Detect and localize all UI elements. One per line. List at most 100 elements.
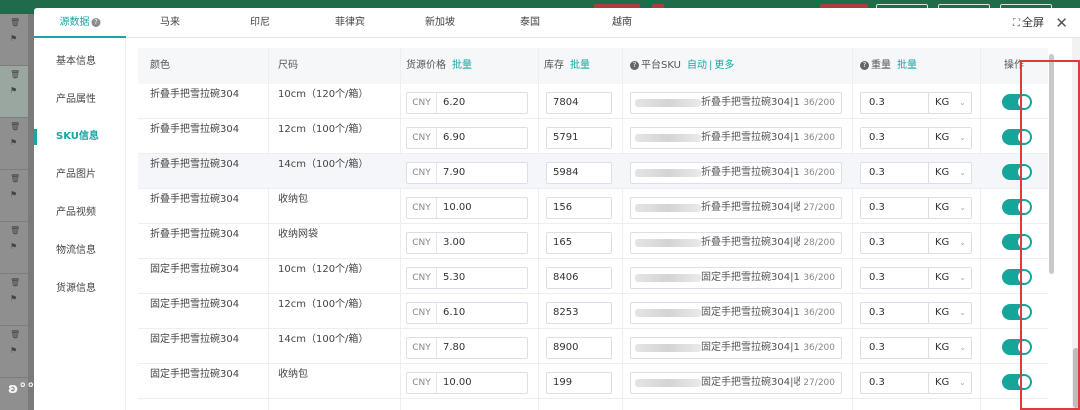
platform-sku-input[interactable]: 折叠手把雪拉碗304|收 27/200 xyxy=(630,197,842,219)
weight-input[interactable]: 0.3 xyxy=(860,92,930,114)
sku-more-link[interactable]: 更多 xyxy=(714,60,734,71)
platform-sku-input[interactable]: 固定手把雪拉碗304|收 27/200 xyxy=(630,372,842,394)
weight-input[interactable]: 0.3 xyxy=(860,162,930,184)
weight-input[interactable]: 0.3 xyxy=(860,232,930,254)
weight-unit-select[interactable]: KG ⌄ xyxy=(928,337,972,359)
price-input[interactable]: CNY 6.10 xyxy=(406,302,528,324)
stock-input[interactable]: 165 xyxy=(546,232,612,254)
weight-unit-select[interactable]: KG ⌄ xyxy=(928,232,972,254)
price-input[interactable]: CNY 7.90 xyxy=(406,162,528,184)
tab-indonesia[interactable]: 印尼 xyxy=(250,8,270,38)
table-row: 折叠手把雪拉碗304 10cm（120个/箱） CNY 6.20 7804 折叠手… xyxy=(138,84,1048,119)
stock-input[interactable]: 199 xyxy=(546,372,612,394)
modal-scrollbar[interactable] xyxy=(1072,38,1080,410)
stock-input[interactable]: 7804 xyxy=(546,92,612,114)
weight-unit-select[interactable]: KG ⌄ xyxy=(928,302,972,324)
enable-toggle[interactable] xyxy=(1002,304,1032,320)
trash-icon: 🗑 xyxy=(10,70,21,79)
column-header-stock: 库存 批量 xyxy=(544,48,590,84)
help-icon[interactable]: ? xyxy=(91,18,101,27)
sku-auto-link[interactable]: 自动 xyxy=(687,60,707,71)
tab-malaysia[interactable]: 马来 xyxy=(160,8,180,38)
price-input[interactable]: CNY 10.00 xyxy=(406,197,528,219)
tab-singapore[interactable]: 新加坡 xyxy=(425,8,455,38)
enable-toggle[interactable] xyxy=(1002,374,1032,390)
weight-unit-select[interactable]: KG ⌄ xyxy=(928,267,972,289)
stock-value: 8406 xyxy=(553,272,579,283)
nav-item-logistics-info[interactable]: 物流信息 xyxy=(34,241,126,261)
tab-source-data[interactable]: 源数据? xyxy=(60,8,101,38)
weight-unit-select[interactable]: KG ⌄ xyxy=(928,92,972,114)
enable-toggle[interactable] xyxy=(1002,234,1032,250)
price-input[interactable]: CNY 5.30 xyxy=(406,267,528,289)
sku-char-count: 36/200 xyxy=(800,338,835,358)
unit-value: KG xyxy=(935,167,950,178)
enable-toggle[interactable] xyxy=(1002,269,1032,285)
flag-icon: ⚑ xyxy=(10,34,18,43)
enable-toggle[interactable] xyxy=(1002,199,1032,215)
platform-sku-input[interactable]: 折叠手把雪拉碗304|收 28/200 xyxy=(630,232,842,254)
toggle-knob xyxy=(1018,341,1030,353)
nav-item-product-video[interactable]: 产品视频 xyxy=(34,203,126,223)
batch-price-link[interactable]: 批量 xyxy=(452,60,472,71)
stock-input[interactable]: 5791 xyxy=(546,127,612,149)
nav-item-product-images[interactable]: 产品图片 xyxy=(34,165,126,185)
table-scrollbar[interactable] xyxy=(1049,54,1054,274)
help-icon[interactable]: ? xyxy=(860,61,869,70)
weight-input[interactable]: 0.3 xyxy=(860,337,930,359)
weight-input[interactable]: 0.3 xyxy=(860,372,930,394)
price-input[interactable]: CNY 7.80 xyxy=(406,337,528,359)
currency-prefix: CNY xyxy=(407,303,437,323)
stock-input[interactable]: 8406 xyxy=(546,267,612,289)
price-input[interactable]: CNY 6.90 xyxy=(406,127,528,149)
section-nav: 基本信息 产品属性 SKU信息 产品图片 产品视频 物流信息 货源信息 xyxy=(34,38,126,410)
nav-item-product-attributes[interactable]: 产品属性 xyxy=(34,90,126,110)
enable-toggle[interactable] xyxy=(1002,94,1032,110)
nav-item-sourcing-info[interactable]: 货源信息 xyxy=(34,279,126,299)
tab-vietnam[interactable]: 越南 xyxy=(612,8,632,38)
stock-input[interactable]: 8253 xyxy=(546,302,612,324)
platform-sku-input[interactable]: 固定手把雪拉碗304|14 36/200 xyxy=(630,337,842,359)
color-cell: 折叠手把雪拉碗304 xyxy=(150,124,240,135)
price-input[interactable]: CNY 6.20 xyxy=(406,92,528,114)
stock-input[interactable]: 8900 xyxy=(546,337,612,359)
background-product-list: 🗑 ⚑ 🗑 ⚑ 🗑 ⚑ 🗑 ⚑ 🗑 ⚑ 🗑 ⚑ 🗑 ⚑ xyxy=(0,14,28,410)
price-input[interactable]: CNY 3.00 xyxy=(406,232,528,254)
help-icon[interactable]: ? xyxy=(630,61,639,70)
nav-item-basic-info[interactable]: 基本信息 xyxy=(34,52,126,72)
size-cell: 14cm（100个/箱） xyxy=(278,159,369,170)
weight-unit-select[interactable]: KG ⌄ xyxy=(928,197,972,219)
weight-input[interactable]: 0.3 xyxy=(860,267,930,289)
toggle-knob xyxy=(1018,271,1030,283)
weight-unit-select[interactable]: KG ⌄ xyxy=(928,162,972,184)
platform-sku-input[interactable]: 折叠手把雪拉碗304|10 36/200 xyxy=(630,92,842,114)
tab-philippines[interactable]: 菲律宾 xyxy=(335,8,365,38)
platform-sku-input[interactable]: 折叠手把雪拉碗304|14 36/200 xyxy=(630,162,842,184)
weight-unit-select[interactable]: KG ⌄ xyxy=(928,372,972,394)
platform-sku-input[interactable]: 固定手把雪拉碗304|10 36/200 xyxy=(630,267,842,289)
modal-scrollbar-thumb[interactable] xyxy=(1073,348,1079,408)
price-input[interactable]: CNY 10.00 xyxy=(406,372,528,394)
batch-weight-link[interactable]: 批量 xyxy=(897,60,917,71)
nav-item-sku-info[interactable]: SKU信息 xyxy=(34,127,126,147)
platform-sku-input[interactable]: 固定手把雪拉碗304|12 36/200 xyxy=(630,302,842,324)
close-button[interactable]: ✕ xyxy=(1055,8,1068,38)
stock-input[interactable]: 156 xyxy=(546,197,612,219)
fullscreen-button[interactable]: ⛶ 全屏 xyxy=(1013,8,1044,38)
weight-unit-select[interactable]: KG ⌄ xyxy=(928,127,972,149)
size-cell: 收纳包 xyxy=(278,194,308,205)
chevron-down-icon: ⌄ xyxy=(959,98,966,107)
table-row: 固定手把雪拉碗304 12cm（100个/箱） CNY 6.10 8253 固定手… xyxy=(138,294,1048,329)
enable-toggle[interactable] xyxy=(1002,339,1032,355)
enable-toggle[interactable] xyxy=(1002,164,1032,180)
platform-sku-input[interactable]: 折叠手把雪拉碗304|12 36/200 xyxy=(630,127,842,149)
stock-input[interactable]: 5984 xyxy=(546,162,612,184)
price-value: 6.10 xyxy=(443,307,466,318)
weight-input[interactable]: 0.3 xyxy=(860,127,930,149)
enable-toggle[interactable] xyxy=(1002,129,1032,145)
color-cell: 固定手把雪拉碗304 xyxy=(150,264,240,275)
batch-stock-link[interactable]: 批量 xyxy=(570,60,590,71)
weight-input[interactable]: 0.3 xyxy=(860,197,930,219)
tab-thailand[interactable]: 泰国 xyxy=(520,8,540,38)
weight-input[interactable]: 0.3 xyxy=(860,302,930,324)
